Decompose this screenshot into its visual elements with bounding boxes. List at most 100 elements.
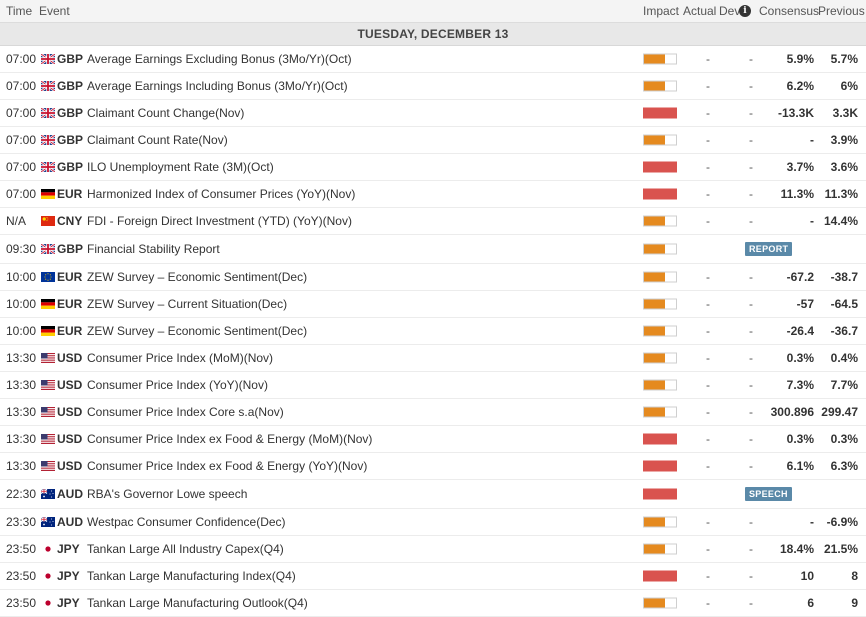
previous-value: 21.5% [823, 542, 858, 556]
event-name[interactable]: Harmonized Index of Consumer Prices (YoY… [87, 187, 355, 201]
impact-meter [643, 243, 677, 255]
table-row[interactable]: 13:30 USD Consumer Price Index (YoY)(Nov) -… [0, 372, 866, 399]
impact-fill [644, 162, 676, 172]
table-row[interactable]: 07:00 GBP Claimant Count Change(Nov) - - -13.… [0, 100, 866, 127]
event-name[interactable]: Tankan Large Manufacturing Outlook(Q4) [87, 596, 308, 610]
impact-fill [644, 461, 676, 471]
table-row[interactable]: 23:50 JPY Tankan Large Manufacturing Index… [0, 563, 866, 590]
impact-meter [643, 325, 677, 337]
event-time: 13:30 [6, 351, 37, 365]
table-row[interactable]: 09:30 GBP Financial Stability Report REPORT [0, 235, 866, 264]
table-row[interactable]: 07:00 GBP Average Earnings Excluding Bonus… [0, 46, 866, 73]
event-name[interactable]: ILO Unemployment Rate (3M)(Oct) [87, 160, 274, 174]
currency-code: GBP [57, 133, 84, 147]
previous-value: 6% [840, 79, 858, 93]
actual-value: - [706, 270, 710, 284]
deviation-value: - [749, 270, 753, 284]
gb-flag-icon [41, 81, 55, 91]
impact-fill [644, 299, 666, 309]
event-type-badge[interactable]: SPEECH [745, 487, 792, 501]
currency-code: AUD [57, 515, 83, 529]
table-row[interactable]: 23:50 JPY Tankan Large All Industry Capex(… [0, 536, 866, 563]
consensus-value: 300.896 [770, 405, 814, 419]
currency-code: USD [57, 432, 83, 446]
table-row[interactable]: 22:30 AUD RBA's Governor Lowe speech SPEECH [0, 480, 866, 509]
event-name[interactable]: Consumer Price Index (MoM)(Nov) [87, 351, 273, 365]
event-name[interactable]: FDI - Foreign Direct Investment (YTD) (Y… [87, 214, 352, 228]
consensus-value: -67.2 [786, 270, 814, 284]
event-name[interactable]: Claimant Count Change(Nov) [87, 106, 244, 120]
impact-fill [644, 407, 666, 417]
actual-value: - [706, 79, 710, 93]
event-time: 07:00 [6, 133, 37, 147]
impact-fill [644, 544, 666, 554]
event-name[interactable]: Average Earnings Including Bonus (3Mo/Yr… [87, 79, 348, 93]
event-name[interactable]: Tankan Large All Industry Capex(Q4) [87, 542, 284, 556]
table-row[interactable]: 07:00 GBP Claimant Count Rate(Nov) - - - 3.9% [0, 127, 866, 154]
header-previous[interactable]: Previous [818, 4, 865, 18]
cn-flag-icon [41, 216, 55, 226]
event-name[interactable]: Consumer Price Index Core s.a(Nov) [87, 405, 284, 419]
event-name[interactable]: Claimant Count Rate(Nov) [87, 133, 228, 147]
currency-code: AUD [57, 487, 83, 501]
event-name[interactable]: Financial Stability Report [87, 242, 220, 256]
info-icon[interactable]: i [739, 5, 751, 17]
table-row[interactable]: 10:00 EUR ZEW Survey – Current Situation(D… [0, 291, 866, 318]
event-name[interactable]: ZEW Survey – Economic Sentiment(Dec) [87, 270, 307, 284]
event-name[interactable]: Average Earnings Excluding Bonus (3Mo/Yr… [87, 52, 352, 66]
event-name[interactable]: Consumer Price Index ex Food & Energy (M… [87, 432, 372, 446]
impact-fill [644, 598, 666, 608]
table-row[interactable]: 07:00 GBP Average Earnings Including Bonus… [0, 73, 866, 100]
gb-flag-icon [41, 135, 55, 145]
event-name[interactable]: Westpac Consumer Confidence(Dec) [87, 515, 286, 529]
header-dev[interactable]: Dev [719, 4, 740, 18]
impact-meter [643, 215, 677, 227]
table-row[interactable]: 23:30 AUD Westpac Consumer Confidence(Dec)… [0, 509, 866, 536]
event-name[interactable]: Tankan Large Manufacturing Index(Q4) [87, 569, 296, 583]
event-name[interactable]: ZEW Survey – Economic Sentiment(Dec) [87, 324, 307, 338]
consensus-value: 0.3% [786, 432, 814, 446]
header-impact[interactable]: Impact [643, 4, 679, 18]
header-consensus[interactable]: Consensus [759, 4, 819, 18]
table-row[interactable]: 13:30 USD Consumer Price Index (MoM)(Nov) -… [0, 345, 866, 372]
actual-value: - [706, 432, 710, 446]
header-time[interactable]: Time [6, 4, 32, 18]
header-actual[interactable]: Actual [683, 4, 716, 18]
consensus-value: -13.3K [777, 106, 814, 120]
table-row[interactable]: 13:30 USD Consumer Price Index ex Food & E… [0, 426, 866, 453]
event-time: 10:00 [6, 324, 37, 338]
currency-code: USD [57, 459, 83, 473]
deviation-value: - [749, 459, 753, 473]
table-row[interactable]: 07:00 GBP ILO Unemployment Rate (3M)(Oct) -… [0, 154, 866, 181]
event-time: 07:00 [6, 187, 37, 201]
table-row[interactable]: N/A CNY FDI - Foreign Direct Investment (Y… [0, 208, 866, 235]
deviation-value: - [749, 542, 753, 556]
event-time: 23:50 [6, 542, 37, 556]
table-row[interactable]: 10:00 EUR ZEW Survey – Economic Sentiment(… [0, 318, 866, 345]
table-row[interactable]: 10:00 EUR ZEW Survey – Economic Sentiment(… [0, 264, 866, 291]
table-row[interactable]: 13:30 USD Consumer Price Index ex Food & E… [0, 453, 866, 480]
impact-fill [644, 135, 666, 145]
event-name[interactable]: RBA's Governor Lowe speech [87, 487, 247, 501]
impact-meter [643, 488, 677, 500]
event-time: 23:30 [6, 515, 37, 529]
event-name[interactable]: Consumer Price Index (YoY)(Nov) [87, 378, 268, 392]
impact-fill [644, 434, 676, 444]
actual-value: - [706, 542, 710, 556]
table-row[interactable]: 13:30 USD Consumer Price Index Core s.a(No… [0, 399, 866, 426]
currency-code: EUR [57, 324, 83, 338]
impact-meter [643, 543, 677, 555]
previous-value: 14.4% [823, 214, 858, 228]
previous-value: 3.9% [830, 133, 858, 147]
event-name[interactable]: ZEW Survey – Current Situation(Dec) [87, 297, 287, 311]
header-event[interactable]: Event [39, 4, 70, 18]
table-row[interactable]: 07:00 EUR Harmonized Index of Consumer Pri… [0, 181, 866, 208]
event-time: 23:50 [6, 596, 37, 610]
event-type-badge[interactable]: REPORT [745, 242, 793, 256]
de-flag-icon [41, 326, 55, 336]
deviation-value: - [749, 351, 753, 365]
table-row[interactable]: 23:50 JPY Tankan Large Manufacturing Outlo… [0, 590, 866, 617]
currency-code: GBP [57, 106, 84, 120]
event-name[interactable]: Consumer Price Index ex Food & Energy (Y… [87, 459, 367, 473]
previous-value: 7.7% [830, 378, 858, 392]
